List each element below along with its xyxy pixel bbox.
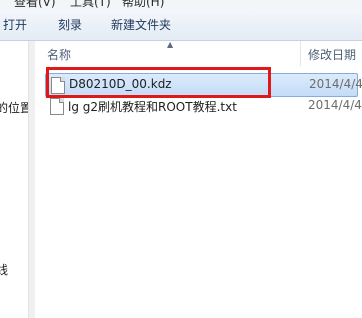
new-folder-button[interactable]: 新建文件夹 xyxy=(111,16,171,34)
file-icon xyxy=(51,77,65,94)
menu-bar: 查看(V) 工具(T) 帮助(H) xyxy=(0,0,362,9)
menu-view[interactable]: 查看(V) xyxy=(14,0,56,9)
file-name: D80210D_00.kdz xyxy=(69,77,172,91)
text-file-icon xyxy=(50,98,64,115)
burn-button[interactable]: 刻录 xyxy=(58,16,82,34)
column-header: ▲ 名称 修改日期 xyxy=(35,40,362,66)
menu-help[interactable]: 帮助(H) xyxy=(122,0,164,9)
toolbar: 打开 刻录 新建文件夹 xyxy=(0,9,362,41)
column-modified-date[interactable]: 修改日期 xyxy=(308,46,356,63)
file-date: 2014/4/4 xyxy=(308,98,362,112)
nav-item-locations[interactable]: 的位置 xyxy=(0,99,28,116)
file-row-kdz[interactable]: D80210D_00.kdz 2014/4/4 xyxy=(45,73,362,97)
file-row-txt[interactable]: lg g2刷机教程和ROOT教程.txt 2014/4/4 xyxy=(45,95,362,117)
file-date: 2014/4/4 xyxy=(309,77,362,91)
sort-ascending-icon: ▲ xyxy=(167,40,174,49)
open-button[interactable]: 打开 xyxy=(3,16,27,34)
nav-item-network[interactable]: 线 xyxy=(0,261,8,278)
column-divider[interactable] xyxy=(300,41,301,66)
navigation-pane: 的位置 线 xyxy=(0,41,28,318)
file-name: lg g2刷机教程和ROOT教程.txt xyxy=(68,100,237,114)
column-name[interactable]: 名称 xyxy=(47,46,71,63)
file-list: ▲ 名称 修改日期 D80210D_00.kdz 2014/4/4 lg g2刷… xyxy=(35,40,362,318)
menu-tools[interactable]: 工具(T) xyxy=(70,0,111,9)
